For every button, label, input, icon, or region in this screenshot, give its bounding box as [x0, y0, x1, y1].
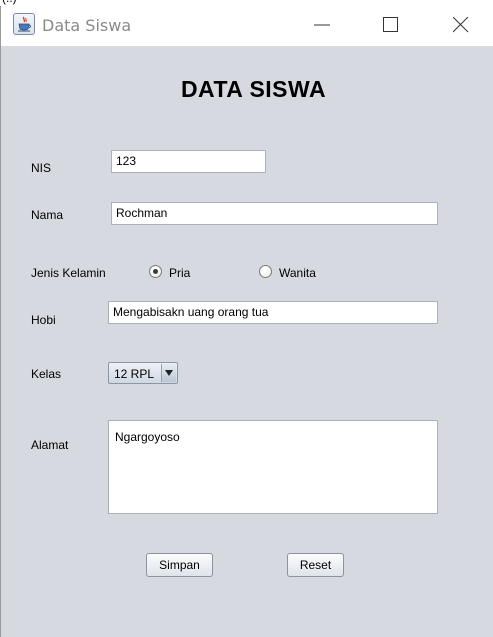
maximize-icon	[383, 17, 398, 32]
nama-field[interactable]: Rochman	[111, 202, 438, 225]
close-icon	[453, 17, 469, 33]
reset-button[interactable]: Reset	[287, 553, 344, 577]
close-button[interactable]	[438, 6, 484, 44]
title-bar[interactable]: Data Siswa	[1, 6, 493, 46]
hobi-label: Hobi	[31, 313, 56, 327]
radio-wanita-label[interactable]: Wanita	[279, 266, 316, 280]
radio-pria[interactable]	[149, 265, 162, 278]
form-heading: DATA SISWA	[180, 76, 327, 102]
kelas-selected-value: 12 RPL	[114, 367, 155, 381]
dropdown-arrow-icon[interactable]	[161, 364, 176, 382]
minimize-icon	[314, 24, 330, 26]
radio-wanita[interactable]	[259, 265, 272, 278]
nis-label: NIS	[31, 161, 52, 175]
kelas-label: Kelas	[31, 367, 62, 381]
radio-pria-label[interactable]: Pria	[169, 266, 190, 280]
jenis-kelamin-label: Jenis Kelamin	[31, 266, 106, 280]
maximize-button[interactable]	[368, 6, 414, 44]
kelas-dropdown[interactable]: 12 RPL	[108, 362, 178, 384]
alamat-textarea[interactable]: Ngargoyoso	[108, 420, 438, 514]
alamat-label: Alamat	[31, 438, 69, 452]
app-window: Data Siswa DATA SISWA NIS 123 Nama Rochm…	[0, 6, 493, 637]
minimize-button[interactable]	[299, 6, 345, 44]
nama-label: Nama	[31, 208, 64, 222]
nis-field[interactable]: 123	[111, 150, 266, 173]
window-title: Data Siswa	[42, 16, 132, 35]
hobi-field[interactable]: Mengabisakn uang orang tua	[108, 301, 438, 324]
form-panel: DATA SISWA NIS 123 Nama Rochman Jenis Ke…	[1, 46, 493, 637]
java-cup-icon	[13, 13, 35, 35]
simpan-button[interactable]: Simpan	[146, 553, 213, 577]
